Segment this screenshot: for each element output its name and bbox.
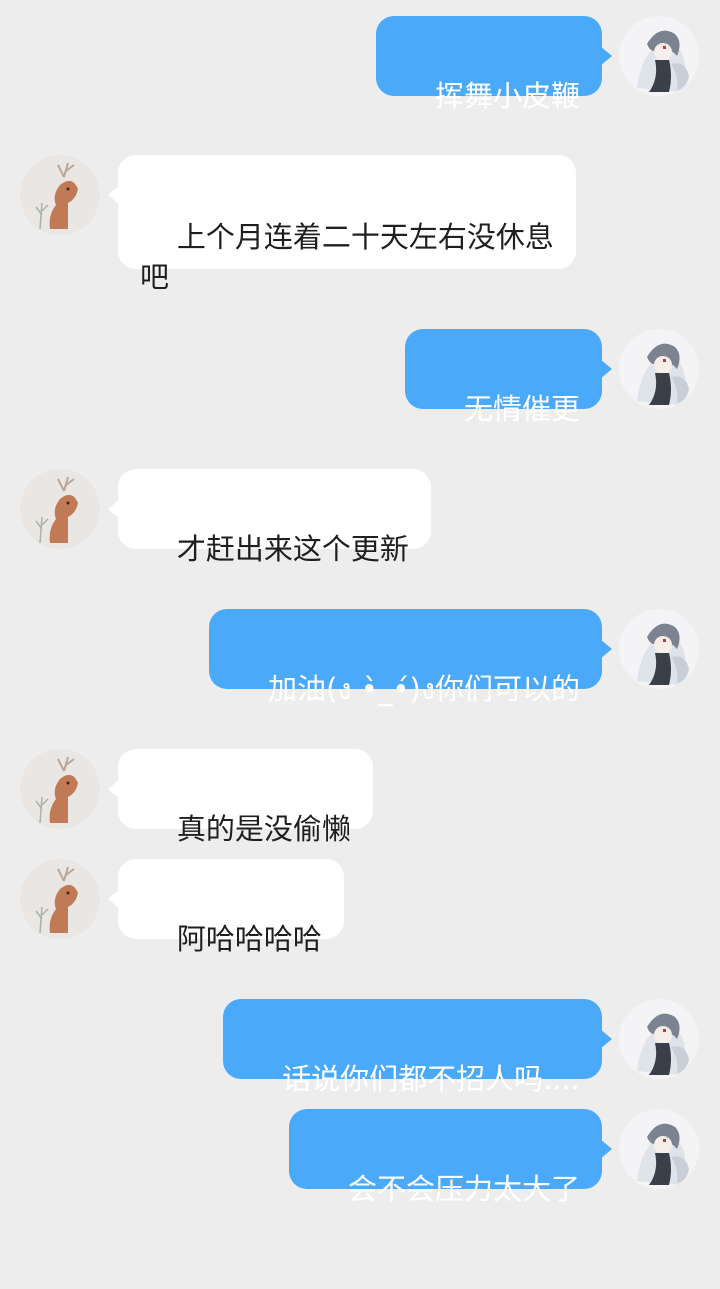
contact-avatar[interactable] bbox=[20, 469, 100, 549]
message-bubble[interactable]: 真的是没偷懒 bbox=[108, 749, 373, 846]
my-avatar[interactable] bbox=[619, 16, 699, 96]
anime-girl-avatar-icon bbox=[619, 999, 699, 1079]
bubble-tail bbox=[108, 779, 120, 799]
bubble-tail bbox=[108, 499, 120, 519]
bubble-tail bbox=[600, 359, 612, 379]
bubble-tail bbox=[108, 185, 120, 205]
message-text: 会不会压力太大了 bbox=[347, 1172, 580, 1206]
message-incoming: 阿哈哈哈哈 bbox=[0, 859, 720, 956]
message-outgoing: 加油(ง •̀_•́)ง你们可以的 bbox=[0, 609, 720, 706]
message-bubble[interactable]: 才赶出来这个更新 bbox=[108, 469, 431, 566]
message-incoming: 才赶出来这个更新 bbox=[0, 469, 720, 566]
message-text: 话说你们都不招人吗.... bbox=[282, 1062, 580, 1096]
message-outgoing: 无情催更 bbox=[0, 329, 720, 426]
message-bubble[interactable]: 会不会压力太大了 bbox=[289, 1109, 612, 1206]
bubble-tail bbox=[108, 889, 120, 909]
message-bubble[interactable]: 挥舞小皮鞭 bbox=[376, 16, 612, 113]
message-text: 阿哈哈哈哈 bbox=[176, 922, 322, 956]
message-text: 加油(ง •̀_•́)ง你们可以的 bbox=[268, 672, 580, 706]
contact-avatar[interactable] bbox=[20, 859, 100, 939]
deer-avatar-icon bbox=[20, 749, 100, 829]
my-avatar[interactable] bbox=[619, 609, 699, 689]
anime-girl-avatar-icon bbox=[619, 329, 699, 409]
message-text: 无情催更 bbox=[463, 392, 580, 426]
message-text: 才赶出来这个更新 bbox=[176, 532, 409, 566]
deer-avatar-icon bbox=[20, 155, 100, 235]
message-incoming: 真的是没偷懒 bbox=[0, 749, 720, 846]
anime-girl-avatar-icon bbox=[619, 16, 699, 96]
anime-girl-avatar-icon bbox=[619, 1109, 699, 1189]
deer-avatar-icon bbox=[20, 469, 100, 549]
contact-avatar[interactable] bbox=[20, 749, 100, 829]
bubble-tail bbox=[600, 46, 612, 66]
message-outgoing: 会不会压力太大了 bbox=[0, 1109, 720, 1206]
contact-avatar[interactable] bbox=[20, 155, 100, 235]
message-text: 真的是没偷懒 bbox=[176, 812, 351, 846]
message-bubble[interactable]: 话说你们都不招人吗.... bbox=[223, 999, 612, 1096]
message-bubble[interactable]: 加油(ง •̀_•́)ง你们可以的 bbox=[209, 609, 612, 706]
message-incoming: 上个月连着二十天左右没休息 吧 bbox=[0, 155, 720, 294]
bubble-tail bbox=[600, 1029, 612, 1049]
my-avatar[interactable] bbox=[619, 999, 699, 1079]
message-bubble[interactable]: 阿哈哈哈哈 bbox=[108, 859, 344, 956]
message-outgoing: 挥舞小皮鞭 bbox=[0, 16, 720, 113]
message-text: 挥舞小皮鞭 bbox=[434, 79, 580, 113]
message-outgoing: 话说你们都不招人吗.... bbox=[0, 999, 720, 1096]
anime-girl-avatar-icon bbox=[619, 609, 699, 689]
message-bubble[interactable]: 无情催更 bbox=[405, 329, 612, 426]
bubble-tail bbox=[600, 1139, 612, 1159]
my-avatar[interactable] bbox=[619, 329, 699, 409]
my-avatar[interactable] bbox=[619, 1109, 699, 1189]
message-bubble[interactable]: 上个月连着二十天左右没休息 吧 bbox=[108, 155, 576, 294]
bubble-tail bbox=[600, 639, 612, 659]
deer-avatar-icon bbox=[20, 859, 100, 939]
message-text: 上个月连着二十天左右没休息 吧 bbox=[140, 220, 554, 294]
